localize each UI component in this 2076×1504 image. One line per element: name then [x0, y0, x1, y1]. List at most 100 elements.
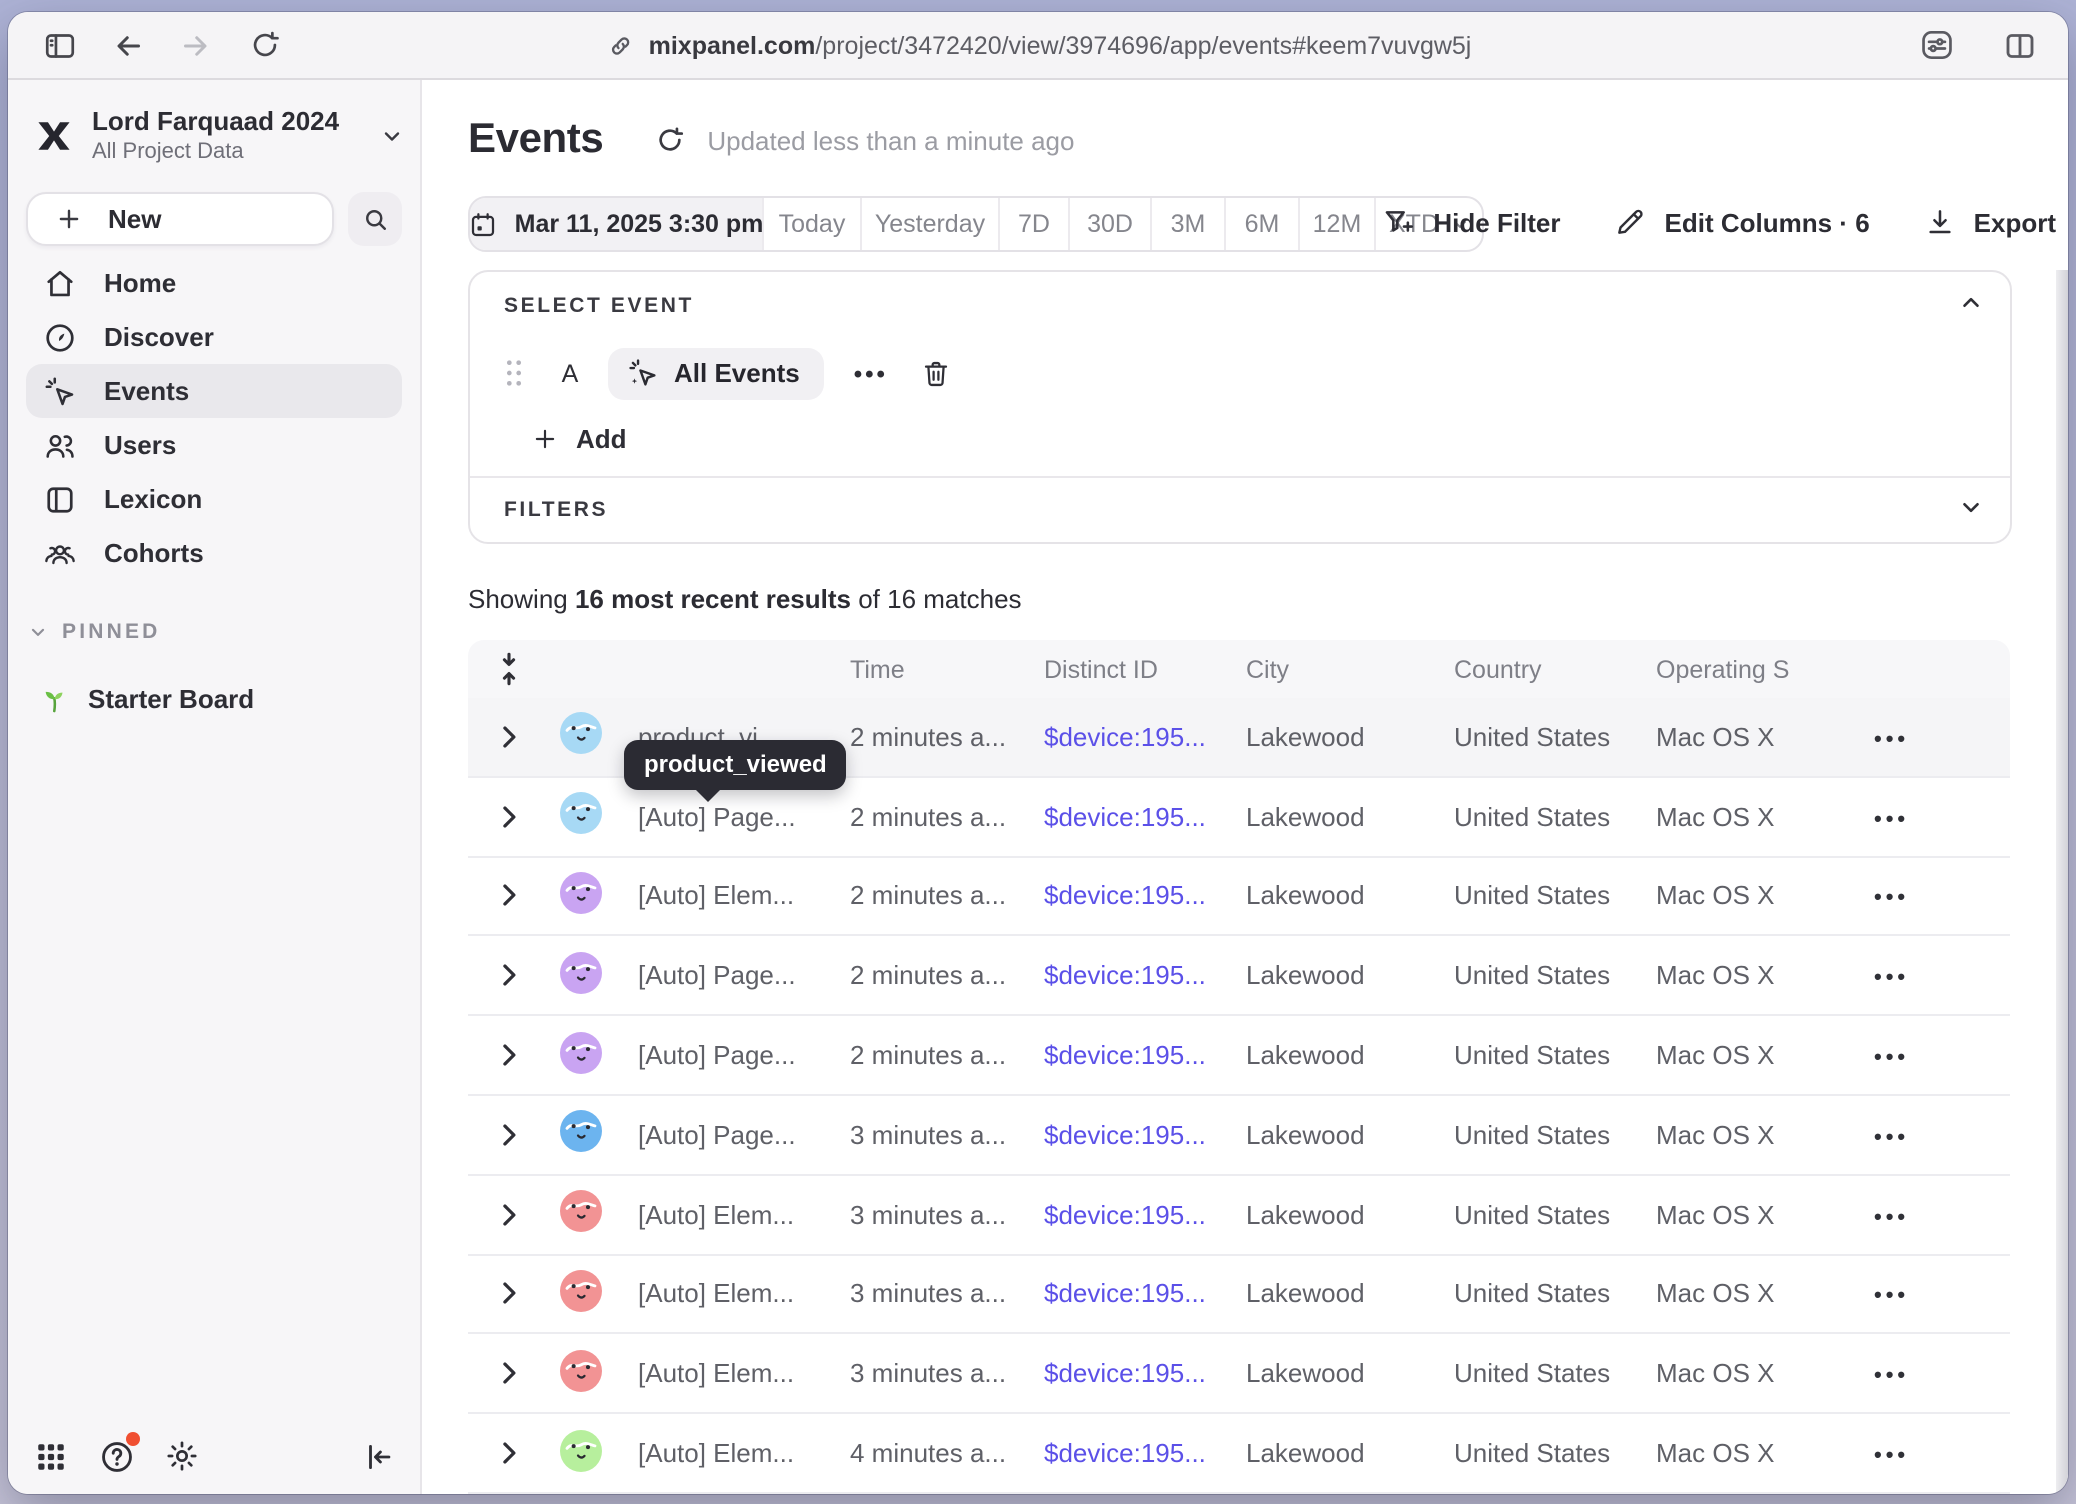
reload-icon[interactable]	[240, 21, 288, 69]
table-row[interactable]: [Auto] Page... 2 minutes a... $device:19…	[468, 937, 2010, 1017]
sidebar-item-discover[interactable]: Discover	[26, 310, 402, 364]
row-more-button[interactable]: •••	[1874, 1444, 1909, 1468]
distinct-id-link[interactable]: $device:195...	[1044, 881, 1246, 911]
distinct-id-link[interactable]: $device:195...	[1044, 1040, 1246, 1070]
row-more-button[interactable]: •••	[1874, 1285, 1909, 1309]
event-country: United States	[1454, 1040, 1656, 1070]
expand-row-icon[interactable]	[499, 1042, 517, 1068]
expand-row-icon[interactable]	[499, 883, 517, 909]
table-row[interactable]: [Auto] Elem... 4 minutes a... $device:19…	[468, 1414, 2010, 1494]
address-bar[interactable]: mixpanel.com/project/3472420/view/397469…	[605, 12, 1472, 78]
expand-row-icon[interactable]	[499, 1201, 517, 1227]
apps-grid-icon[interactable]	[28, 1434, 72, 1478]
table-row[interactable]: [Auto] Elem... 2 minutes a... $device:19…	[468, 857, 2010, 937]
column-header-time[interactable]: Time	[850, 655, 1044, 683]
page-settings-icon[interactable]	[1912, 21, 1960, 69]
sidebar-toggle-icon[interactable]	[36, 21, 84, 69]
sidebar-item-home[interactable]: Home	[26, 256, 402, 310]
hide-filter-button[interactable]: Hide Filter	[1381, 205, 1560, 239]
trash-icon[interactable]	[920, 357, 952, 389]
row-more-button[interactable]: •••	[1874, 728, 1909, 752]
distinct-id-link[interactable]: $device:195...	[1044, 961, 1246, 991]
collapse-all-icon[interactable]	[497, 652, 519, 686]
event-os: Mac OS X	[1656, 722, 1858, 752]
distinct-id-link[interactable]: $device:195...	[1044, 1120, 1246, 1150]
distinct-id-link[interactable]: $device:195...	[1044, 1438, 1246, 1468]
distinct-id-link[interactable]: $device:195...	[1044, 801, 1246, 831]
scrollbar-track[interactable]	[2056, 270, 2068, 1494]
distinct-id-link[interactable]: $device:195...	[1044, 1279, 1246, 1309]
expand-row-icon[interactable]	[499, 1361, 517, 1387]
range-6m[interactable]: 6M	[1226, 198, 1300, 250]
edit-columns-button[interactable]: Edit Columns · 6	[1615, 206, 1870, 238]
distinct-id-link[interactable]: $device:195...	[1044, 1359, 1246, 1389]
column-header-country[interactable]: Country	[1454, 655, 1656, 683]
new-button[interactable]: New	[26, 192, 334, 246]
row-more-button[interactable]: •••	[1874, 1046, 1909, 1070]
help-icon[interactable]	[94, 1434, 138, 1478]
add-event-button[interactable]: Add	[532, 416, 627, 460]
distinct-id-link[interactable]: $device:195...	[1044, 722, 1246, 752]
row-more-button[interactable]: •••	[1874, 1126, 1909, 1150]
expand-row-icon[interactable]	[499, 1281, 517, 1307]
expand-row-icon[interactable]	[499, 1122, 517, 1148]
table-row[interactable]: [Auto] Elem... 3 minutes a... $device:19…	[468, 1255, 2010, 1335]
collapse-sidebar-icon[interactable]	[362, 1439, 396, 1473]
forward-icon[interactable]	[172, 21, 220, 69]
settings-gear-icon[interactable]	[160, 1434, 204, 1478]
split-view-icon[interactable]	[1996, 21, 2044, 69]
sidebar-item-label: Lexicon	[104, 484, 202, 514]
back-icon[interactable]	[104, 21, 152, 69]
row-more-button[interactable]: •••	[1874, 1365, 1909, 1389]
export-button[interactable]: Export	[1924, 206, 2056, 238]
date-picker-button[interactable]: Mar 11, 2025 3:30 pm	[470, 198, 764, 250]
chevron-up-icon[interactable]	[1958, 290, 1984, 316]
calendar-icon	[469, 209, 499, 239]
row-more-button[interactable]: •••	[1874, 1205, 1909, 1229]
range-today[interactable]: Today	[764, 198, 862, 250]
column-header-distinct-id[interactable]: Distinct ID	[1044, 655, 1246, 683]
filter-funnel-icon	[1381, 205, 1415, 239]
table-row[interactable]: [Auto] Elem... 3 minutes a... $device:19…	[468, 1176, 2010, 1256]
event-country: United States	[1454, 1120, 1656, 1150]
table-row[interactable]: [Auto] Page... 2 minutes a... $device:19…	[468, 1016, 2010, 1096]
expand-row-icon[interactable]	[499, 724, 517, 750]
event-country: United States	[1454, 881, 1656, 911]
table-row[interactable]: [Auto] Page... 3 minutes a... $device:19…	[468, 1096, 2010, 1176]
search-button[interactable]	[348, 192, 402, 246]
event-name: [Auto] Page...	[620, 961, 850, 991]
expand-row-icon[interactable]	[499, 803, 517, 829]
chevron-down-icon[interactable]	[1958, 494, 1984, 520]
browser-toolbar: mixpanel.com/project/3472420/view/397469…	[8, 12, 2068, 80]
range-7d[interactable]: 7D	[1000, 198, 1070, 250]
event-selector[interactable]: All Events	[608, 347, 824, 399]
workspace-switcher[interactable]: Lord Farquaad 2024 All Project Data	[32, 108, 404, 165]
range-30d[interactable]: 30D	[1070, 198, 1152, 250]
sidebar-item-cohorts[interactable]: Cohorts	[26, 526, 402, 580]
sidebar-item-starter-board[interactable]: Starter Board	[26, 672, 402, 726]
row-more-button[interactable]: •••	[1874, 967, 1909, 991]
range-yesterday[interactable]: Yesterday	[862, 198, 1000, 250]
pinned-section-toggle[interactable]: PINNED	[28, 620, 161, 644]
drag-handle-icon[interactable]	[504, 358, 524, 388]
row-more-button[interactable]: •••	[1874, 887, 1909, 911]
row-more-button[interactable]: •••	[1874, 807, 1909, 831]
event-time: 2 minutes a...	[850, 961, 1044, 991]
sidebar-item-events[interactable]: Events	[26, 364, 402, 418]
distinct-id-link[interactable]: $device:195...	[1044, 1199, 1246, 1229]
event-more-button[interactable]: •••	[854, 359, 888, 387]
event-avatar	[560, 1111, 602, 1153]
event-avatar	[560, 872, 602, 914]
column-header-os[interactable]: Operating S	[1656, 655, 1858, 683]
range-12m[interactable]: 12M	[1300, 198, 1376, 250]
expand-row-icon[interactable]	[499, 963, 517, 989]
table-row[interactable]: [Auto] Elem... 3 minutes a... $device:19…	[468, 1335, 2010, 1415]
updated-status: Updated less than a minute ago	[707, 125, 1074, 155]
sidebar-item-users[interactable]: Users	[26, 418, 402, 472]
range-3m[interactable]: 3M	[1152, 198, 1226, 250]
sidebar-item-lexicon[interactable]: Lexicon	[26, 472, 402, 526]
event-os: Mac OS X	[1656, 801, 1858, 831]
column-header-city[interactable]: City	[1246, 655, 1454, 683]
refresh-icon[interactable]	[653, 124, 685, 156]
expand-row-icon[interactable]	[499, 1440, 517, 1466]
